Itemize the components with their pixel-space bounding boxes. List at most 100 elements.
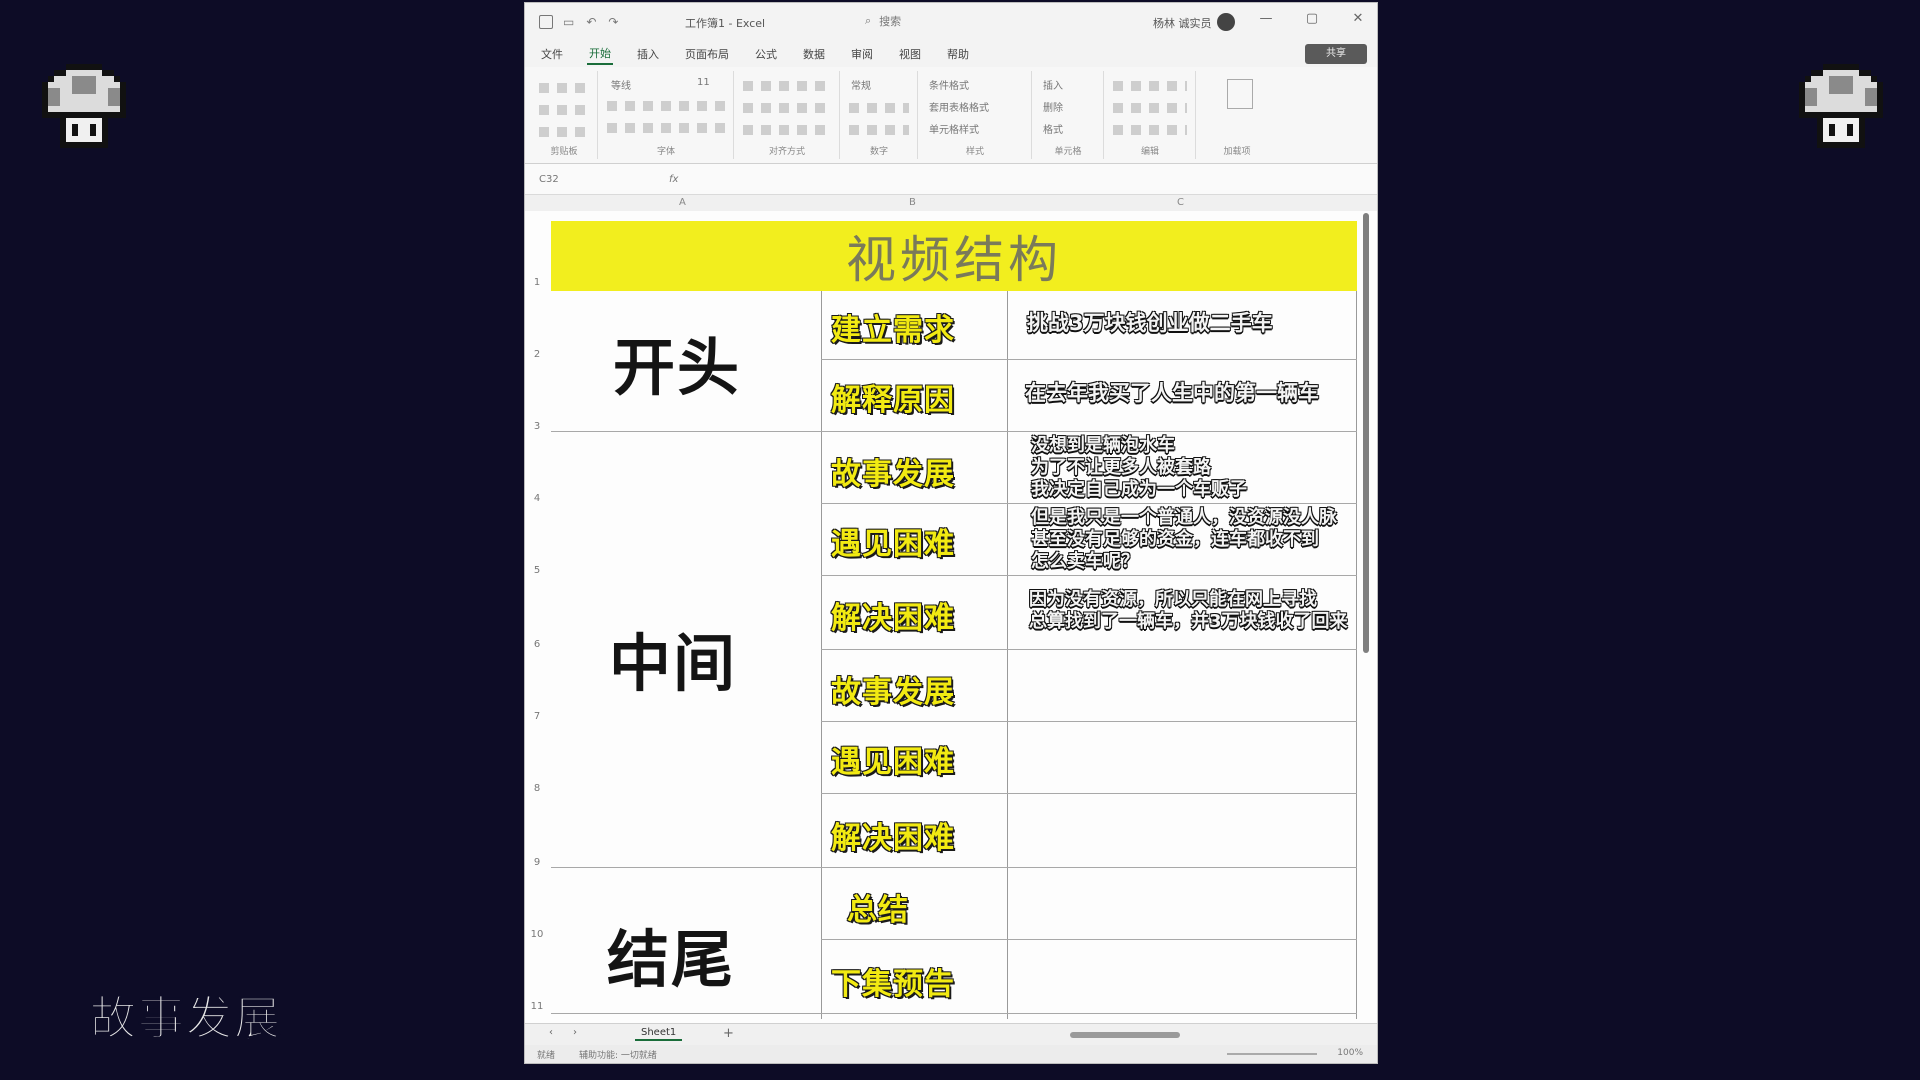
format-cells-button[interactable]: 格式 [1043, 121, 1063, 136]
row-number[interactable]: 9 [529, 857, 545, 868]
font-size-select[interactable]: 11 [697, 77, 710, 88]
row-number[interactable]: 1 [529, 277, 545, 288]
row-number[interactable]: 2 [529, 349, 545, 360]
cut-copy-controls[interactable] [539, 105, 589, 115]
step-next-preview[interactable]: 下集预告 [822, 959, 964, 1003]
section-middle[interactable]: 中间 [609, 613, 737, 703]
delete-cells-button[interactable]: 删除 [1043, 99, 1063, 114]
note-cell[interactable]: 挑战3万块钱创业做二手车 [1027, 311, 1273, 335]
tab-help[interactable]: 帮助 [945, 44, 971, 64]
section-start[interactable]: 开头 [613, 317, 741, 407]
next-sheet-icon[interactable]: › [573, 1027, 577, 1038]
note-cell[interactable]: 怎么卖车呢？ [1031, 551, 1139, 573]
undo-icon[interactable]: ↶ [586, 15, 596, 29]
format-painter[interactable] [539, 127, 589, 137]
step-meet-difficulty[interactable]: 遇见困难 [822, 737, 964, 781]
row-number[interactable]: 5 [529, 565, 545, 576]
note-cell[interactable]: 但是我只是一个普通人，没资源没人脉 [1031, 507, 1337, 529]
note-cell[interactable]: 没想到是辆泡水车 [1031, 435, 1175, 457]
fill-find-controls[interactable] [1113, 103, 1187, 113]
horizontal-align-controls[interactable] [743, 103, 831, 113]
column-header-c[interactable]: C [1177, 197, 1184, 208]
insert-cells-button[interactable]: 插入 [1043, 77, 1063, 92]
status-bar: 就绪 辅助功能: 一切就绪 100% [525, 1045, 1377, 1063]
autosum-controls[interactable] [1113, 81, 1187, 91]
ribbon-group-alignment: 对齐方式 [735, 71, 840, 159]
close-button[interactable]: ✕ [1343, 11, 1373, 26]
note-cell[interactable]: 我决定自己成为一个车贩子 [1031, 479, 1247, 501]
percent-comma-controls[interactable] [849, 103, 909, 113]
indent-controls[interactable] [743, 125, 831, 135]
paste-controls[interactable] [539, 83, 589, 93]
step-meet-difficulty[interactable]: 遇见困难 [822, 519, 964, 563]
document-title: 工作簿1 - Excel [685, 17, 766, 30]
row-number[interactable]: 8 [529, 783, 545, 794]
format-as-table-button[interactable]: 套用表格格式 [929, 99, 989, 114]
row-number[interactable]: 4 [529, 493, 545, 504]
row-number[interactable]: 3 [529, 421, 545, 432]
tab-home[interactable]: 开始 [587, 43, 613, 65]
sheet-tab-sheet1[interactable]: Sheet1 [635, 1026, 683, 1041]
tab-view[interactable]: 视图 [897, 44, 923, 64]
status-accessibility[interactable]: 辅助功能: 一切就绪 [579, 1048, 657, 1061]
note-cell[interactable]: 因为没有资源，所以只能在网上寻找 [1029, 589, 1317, 611]
sheet-tab-bar: ‹ › Sheet1 + [525, 1023, 1377, 1046]
banner-title[interactable]: 视频结构 [551, 221, 1357, 291]
note-cell[interactable]: 为了不让更多人被套路 [1031, 457, 1211, 479]
tab-review[interactable]: 审阅 [849, 44, 875, 64]
font-name-select[interactable]: 等线 [611, 77, 631, 92]
step-explain-reason[interactable]: 解释原因 [822, 375, 964, 419]
borders-fill-color[interactable] [607, 123, 725, 133]
column-header-b[interactable]: B [909, 197, 916, 208]
avatar[interactable] [1217, 13, 1235, 31]
note-cell[interactable]: 在去年我买了人生中的第一辆车 [1025, 381, 1319, 405]
vertical-scrollbar[interactable] [1363, 213, 1369, 653]
row-number[interactable]: 7 [529, 711, 545, 722]
name-box[interactable]: C32 [539, 174, 609, 185]
step-solve-difficulty[interactable]: 解决困难 [822, 593, 964, 637]
minimize-button[interactable]: — [1251, 11, 1281, 26]
bold-italic-underline[interactable] [607, 101, 725, 111]
number-format-select[interactable]: 常规 [851, 77, 871, 92]
ribbon-group-styles: 条件格式 套用表格格式 单元格样式 样式 [919, 71, 1032, 159]
ribbon-group-addins: 加载项 [1197, 71, 1277, 159]
conditional-formatting-button[interactable]: 条件格式 [929, 77, 969, 92]
redo-icon[interactable]: ↷ [608, 15, 618, 29]
step-summary[interactable]: 总结 [807, 885, 949, 929]
zoom-slider[interactable] [1227, 1053, 1317, 1055]
save-icon[interactable]: ▭ [563, 15, 574, 29]
title-bar: ▭ ↶ ↷ 工作簿1 - Excel ⌕ 搜索 杨林 诚实员 — ▢ ✕ [525, 3, 1377, 41]
formula-bar: C32 fx [525, 164, 1377, 195]
decimal-controls[interactable] [849, 125, 909, 135]
clear-controls[interactable] [1113, 125, 1187, 135]
step-solve-difficulty[interactable]: 解决困难 [822, 813, 964, 857]
row-number[interactable]: 10 [529, 929, 545, 940]
add-sheet-button[interactable]: + [723, 1026, 734, 1041]
tab-page-layout[interactable]: 页面布局 [683, 44, 731, 64]
horizontal-scrollbar[interactable] [1070, 1032, 1180, 1038]
note-cell[interactable]: 总算找到了一辆车，并3万块钱收了回来 [1029, 611, 1348, 633]
zoom-level[interactable]: 100% [1337, 1048, 1363, 1058]
tab-file[interactable]: 文件 [539, 44, 565, 64]
worksheet-grid[interactable]: 1 2 3 4 5 6 7 8 9 10 11 视频结构 开头 中间 结尾 建立… [525, 211, 1377, 1023]
user-name[interactable]: 杨林 诚实员 [1153, 15, 1212, 31]
section-end[interactable]: 结尾 [607, 909, 735, 999]
tab-formulas[interactable]: 公式 [753, 44, 779, 64]
step-story-development[interactable]: 故事发展 [822, 667, 964, 711]
vertical-align-controls[interactable] [743, 81, 831, 91]
tab-insert[interactable]: 插入 [635, 44, 661, 64]
row-number[interactable]: 6 [529, 639, 545, 650]
prev-sheet-icon[interactable]: ‹ [549, 1027, 553, 1038]
note-cell[interactable]: 甚至没有足够的资金，连车都收不到 [1031, 529, 1319, 551]
maximize-button[interactable]: ▢ [1297, 11, 1327, 26]
addins-icon[interactable] [1227, 79, 1253, 109]
fx-icon[interactable]: fx [669, 174, 678, 185]
column-header-a[interactable]: A [679, 197, 686, 208]
row-number[interactable]: 11 [529, 1001, 545, 1012]
search-box[interactable]: ⌕ 搜索 [865, 11, 1015, 31]
share-button[interactable]: 共享 [1305, 44, 1367, 64]
step-story-development[interactable]: 故事发展 [822, 449, 964, 493]
cell-styles-button[interactable]: 单元格样式 [929, 121, 979, 136]
step-build-demand[interactable]: 建立需求 [822, 305, 964, 349]
tab-data[interactable]: 数据 [801, 44, 827, 64]
